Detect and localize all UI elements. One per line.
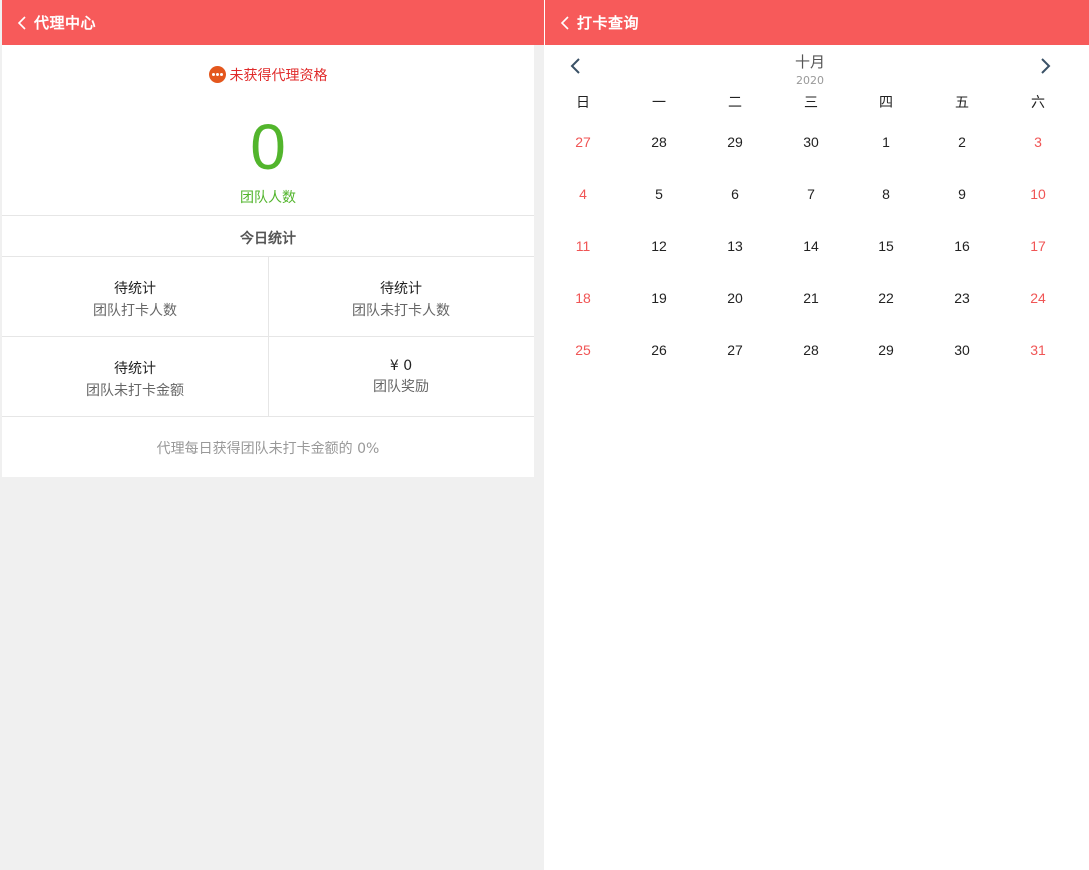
calendar-day[interactable]: 1 (848, 134, 924, 150)
calendar-day[interactable]: 13 (697, 238, 773, 254)
checkin-query-panel: 打卡查询 十月 2020 日 一 二 三 四 五 六 27 28 29 30 1 2 3 4 5… (545, 0, 1089, 870)
today-stats-title: 今日统计 (240, 231, 296, 247)
calendar-day[interactable]: 6 (697, 186, 773, 202)
back-icon[interactable] (16, 15, 28, 31)
team-count-label: 团队人数 (240, 190, 296, 206)
calendar-day[interactable]: 28 (773, 342, 849, 358)
agent-status: 未获得代理资格 (2, 65, 534, 85)
back-icon[interactable] (559, 15, 571, 31)
commission-note: 代理每日获得团队未打卡金额的 0% (156, 441, 380, 457)
calendar-day[interactable]: 18 (545, 290, 621, 306)
chevron-right-icon[interactable] (1036, 57, 1054, 75)
divider (2, 336, 534, 337)
calendar-day[interactable]: 31 (1000, 342, 1076, 358)
calendar-day[interactable]: 30 (924, 342, 1000, 358)
stat-not-checked-in-amount: 待统计 团队未打卡金额 (2, 358, 268, 400)
calendar-day[interactable]: 27 (697, 342, 773, 358)
calendar-day[interactable]: 30 (773, 134, 849, 150)
calendar-day[interactable]: 10 (1000, 186, 1076, 202)
calendar-day[interactable]: 5 (621, 186, 697, 202)
stat-value: ¥ 0 (389, 358, 413, 374)
calendar-day[interactable]: 15 (848, 238, 924, 254)
calendar-day[interactable]: 19 (621, 290, 697, 306)
calendar-day[interactable]: 21 (773, 290, 849, 306)
calendar-day[interactable]: 9 (924, 186, 1000, 202)
stat-label: 团队奖励 (373, 379, 429, 395)
calendar-day[interactable]: 7 (773, 186, 849, 202)
calendar-day[interactable]: 20 (697, 290, 773, 306)
stat-team-reward: ¥ 0 团队奖励 (268, 358, 534, 396)
stat-value: 待统计 (114, 281, 156, 297)
calendar-day[interactable]: 12 (621, 238, 697, 254)
stat-label: 团队未打卡金额 (86, 383, 184, 399)
stat-checked-in-count: 待统计 团队打卡人数 (2, 278, 268, 320)
calendar-day[interactable]: 22 (848, 290, 924, 306)
weekday-label: 三 (804, 95, 818, 111)
weekday-label: 二 (728, 95, 742, 111)
stat-value: 待统计 (114, 361, 156, 377)
calendar-day[interactable]: 3 (1000, 134, 1076, 150)
calendar-day[interactable]: 29 (697, 134, 773, 150)
weekday-label: 五 (955, 95, 969, 111)
calendar-day[interactable]: 11 (545, 238, 621, 254)
divider (2, 215, 534, 216)
stat-label: 团队打卡人数 (93, 303, 177, 319)
calendar-day[interactable]: 29 (848, 342, 924, 358)
weekday-label: 四 (879, 95, 893, 111)
stat-value: 待统计 (380, 281, 422, 297)
calendar-day[interactable]: 27 (545, 134, 621, 150)
stat-label: 团队未打卡人数 (352, 303, 450, 319)
calendar-day[interactable]: 28 (621, 134, 697, 150)
calendar-day[interactable]: 8 (848, 186, 924, 202)
calendar-day[interactable]: 25 (545, 342, 621, 358)
calendar-day[interactable]: 23 (924, 290, 1000, 306)
agent-card: 未获得代理资格 0 团队人数 今日统计 待统计 团队打卡人数 待统计 团队未打卡… (2, 45, 534, 477)
calendar-day[interactable]: 14 (773, 238, 849, 254)
weekday-label: 日 (576, 95, 590, 111)
page-title: 代理中心 (34, 14, 97, 32)
status-text: 未获得代理资格 (229, 68, 328, 84)
calendar-day[interactable]: 16 (924, 238, 1000, 254)
team-count: 0 (250, 111, 286, 183)
weekday-label: 一 (652, 95, 666, 111)
calendar-day[interactable]: 24 (1000, 290, 1076, 306)
page-title: 打卡查询 (577, 14, 640, 32)
weekday-label: 六 (1031, 95, 1045, 111)
calendar-day[interactable]: 4 (545, 186, 621, 202)
stat-not-checked-in-count: 待统计 团队未打卡人数 (268, 278, 534, 320)
calendar-month: 十月 (794, 53, 825, 71)
calendar-day[interactable]: 2 (924, 134, 1000, 150)
agent-header: 代理中心 (2, 0, 544, 45)
divider (2, 416, 534, 417)
calendar-day[interactable]: 26 (621, 342, 697, 358)
agent-center-panel: 代理中心 未获得代理资格 0 团队人数 今日统计 待统计 团队打卡人数 待统计 … (0, 0, 544, 870)
calendar-day[interactable]: 17 (1000, 238, 1076, 254)
calendar-year: 2020 (796, 74, 824, 87)
checkin-header: 打卡查询 (545, 0, 1089, 45)
more-dots-icon (208, 65, 226, 83)
